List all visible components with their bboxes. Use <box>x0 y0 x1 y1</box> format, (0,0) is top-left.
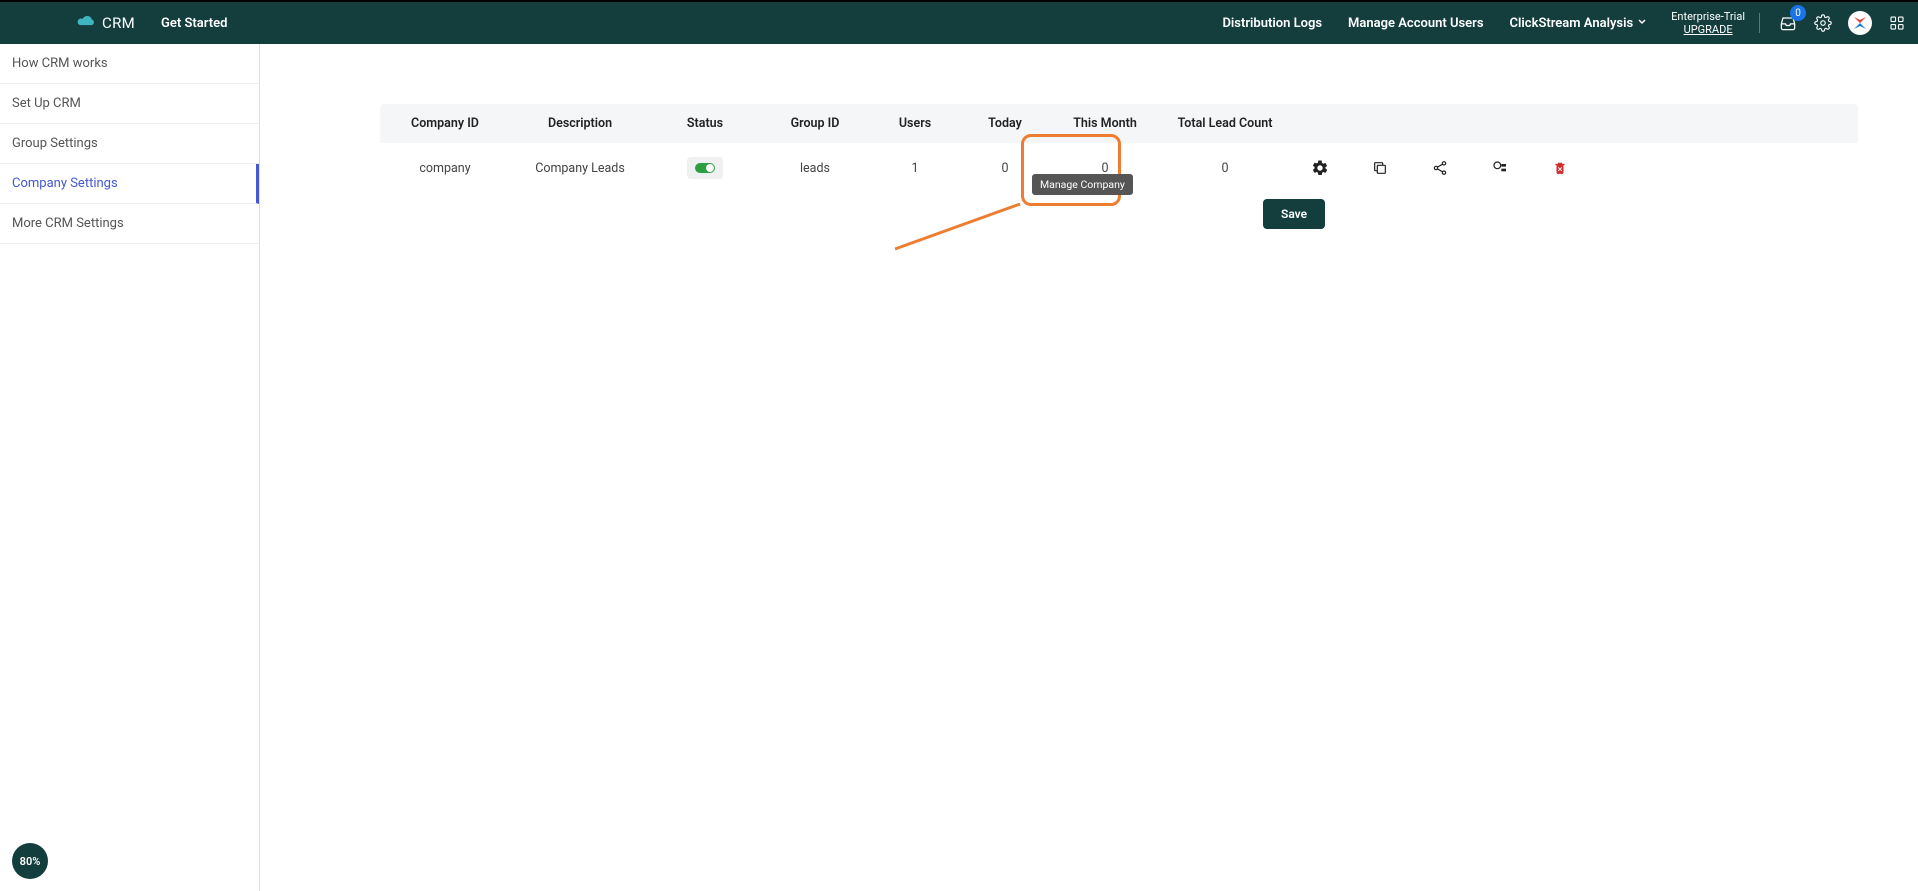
main-content: Company ID Description Status Group ID U… <box>260 44 1918 891</box>
sidebar-item-set-up-crm[interactable]: Set Up CRM <box>0 84 259 124</box>
zoho-avatar[interactable] <box>1848 11 1872 35</box>
chevron-down-icon <box>1637 16 1647 31</box>
sidebar-item-group-settings[interactable]: Group Settings <box>0 124 259 164</box>
manage-company-tooltip: Manage Company <box>1032 174 1133 195</box>
nav-clickstream[interactable]: ClickStream Analysis <box>1510 16 1648 31</box>
sidebar-item-company-settings[interactable]: Company Settings <box>0 164 259 204</box>
cell-total-lead-count: 0 <box>1160 161 1290 176</box>
th-group-id: Group ID <box>760 116 870 131</box>
th-description: Description <box>510 116 650 131</box>
copy-icon[interactable] <box>1350 160 1410 176</box>
cloud-icon <box>76 14 96 32</box>
nav-clickstream-label: ClickStream Analysis <box>1510 16 1634 31</box>
cell-users: 1 <box>870 161 960 176</box>
th-total-lead-count: Total Lead Count <box>1160 116 1290 131</box>
cell-company-id: company <box>380 161 510 176</box>
trial-label: Enterprise-Trial <box>1671 10 1745 23</box>
table-header: Company ID Description Status Group ID U… <box>380 104 1858 143</box>
manage-company-gear-icon[interactable] <box>1290 159 1350 177</box>
cell-status <box>650 157 760 179</box>
logo[interactable]: CRM <box>76 14 135 32</box>
th-today: Today <box>960 116 1050 131</box>
cell-group-id: leads <box>760 161 870 176</box>
header-nav: Distribution Logs Manage Account Users C… <box>1222 16 1647 31</box>
annotation-arrow <box>890 194 1060 254</box>
logo-text: CRM <box>102 14 135 32</box>
sidebar-item-how-crm-works[interactable]: How CRM works <box>0 44 259 84</box>
delete-icon[interactable] <box>1530 160 1590 176</box>
th-this-month: This Month <box>1050 116 1160 131</box>
settings-icon[interactable] <box>1814 14 1832 32</box>
nav-manage-account-users[interactable]: Manage Account Users <box>1348 16 1484 31</box>
th-status: Status <box>650 116 760 131</box>
inbox-badge: 0 <box>1790 5 1806 21</box>
divider <box>1759 13 1760 33</box>
share-icon[interactable] <box>1410 160 1470 176</box>
progress-indicator[interactable]: 80% <box>12 843 48 879</box>
status-toggle[interactable] <box>687 157 723 179</box>
nav-distribution-logs[interactable]: Distribution Logs <box>1222 16 1322 31</box>
sidebar-item-more-crm-settings[interactable]: More CRM Settings <box>0 204 259 244</box>
apps-grid-icon[interactable] <box>1888 14 1906 32</box>
badge-icon[interactable] <box>1470 160 1530 176</box>
header-icons: 0 <box>1778 11 1906 35</box>
sidebar: How CRM works Set Up CRM Group Settings … <box>0 44 260 891</box>
inbox-icon[interactable]: 0 <box>1778 13 1798 33</box>
save-button[interactable]: Save <box>1263 199 1325 229</box>
app-header: CRM Get Started Distribution Logs Manage… <box>0 0 1918 44</box>
th-company-id: Company ID <box>380 116 510 131</box>
th-users: Users <box>870 116 960 131</box>
cell-description: Company Leads <box>510 161 650 176</box>
trial-info: Enterprise-Trial UPGRADE <box>1671 10 1745 36</box>
upgrade-link[interactable]: UPGRADE <box>1684 23 1733 36</box>
get-started-link[interactable]: Get Started <box>161 16 227 31</box>
